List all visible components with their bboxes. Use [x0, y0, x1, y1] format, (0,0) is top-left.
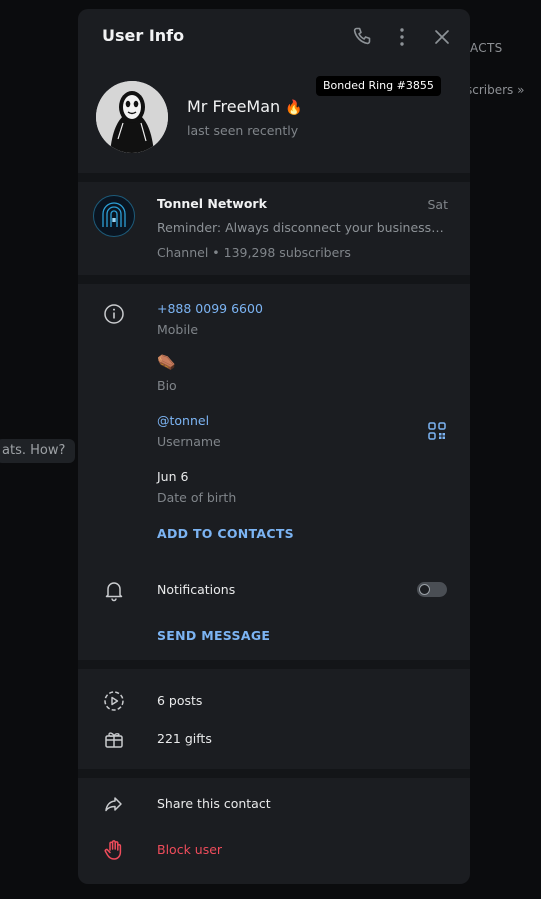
channel-subscribers: Channel • 139,298 subscribers [157, 245, 351, 260]
channel-name: Tonnel Network [157, 196, 267, 211]
gift-tooltip: Bonded Ring #3855 [316, 76, 441, 96]
bell-icon [102, 578, 126, 602]
section-divider [78, 769, 470, 778]
username-label: Username [157, 434, 221, 449]
close-icon[interactable] [430, 25, 454, 49]
username-value[interactable]: @tonnel [157, 413, 209, 428]
block-hand-icon [102, 838, 126, 862]
phone-icon[interactable] [350, 25, 374, 49]
channel-avatar [93, 195, 135, 237]
profile-name-text: Mr FreeMan [187, 97, 281, 116]
notifications-label: Notifications [157, 582, 236, 597]
toggle-knob [419, 584, 430, 595]
birthday-value: Jun 6 [157, 469, 189, 484]
avatar[interactable] [96, 81, 168, 153]
fire-emoji-status[interactable]: 🔥 [285, 100, 302, 116]
stories-icon [102, 689, 126, 713]
share-icon [102, 792, 126, 816]
background-subscribers-link: scribers » [466, 83, 525, 97]
qr-code-icon[interactable] [426, 420, 448, 442]
background-contacts-tab: ACTS [470, 41, 503, 55]
section-divider [78, 173, 470, 182]
block-user-button[interactable]: Block user [157, 842, 222, 857]
panel-header: User Info [78, 9, 470, 65]
panel-title: User Info [102, 26, 185, 45]
channel-date: Sat [427, 197, 449, 212]
more-vertical-icon[interactable] [390, 25, 414, 49]
profile-name: Mr FreeMan 🔥 [187, 97, 303, 116]
bio-label: Bio [157, 378, 177, 393]
notifications-toggle[interactable] [417, 582, 447, 597]
channel-last-message: Reminder: Always disconnect your busines… [157, 220, 447, 235]
bio-value: ⚰️ [157, 353, 176, 371]
phone-label: Mobile [157, 322, 199, 337]
add-to-contacts-button[interactable]: ADD TO CONTACTS [157, 526, 294, 541]
last-seen-status: last seen recently [187, 123, 299, 138]
phone-number[interactable]: +888 0099 6600 [157, 301, 263, 316]
gifts-count[interactable]: 221 gifts [157, 731, 212, 746]
gift-icon [102, 727, 126, 751]
share-contact-button[interactable]: Share this contact [157, 796, 271, 811]
birthday-label: Date of birth [157, 490, 237, 505]
send-message-button[interactable]: SEND MESSAGE [157, 628, 270, 643]
user-info-panel: User Info Bonded Ring #3855 Mr FreeMan 🔥… [78, 9, 470, 884]
section-divider [78, 275, 470, 284]
info-icon [102, 302, 126, 326]
section-divider [78, 660, 470, 669]
posts-count[interactable]: 6 posts [157, 693, 202, 708]
background-chat-bubble: ats. How? [0, 439, 76, 463]
